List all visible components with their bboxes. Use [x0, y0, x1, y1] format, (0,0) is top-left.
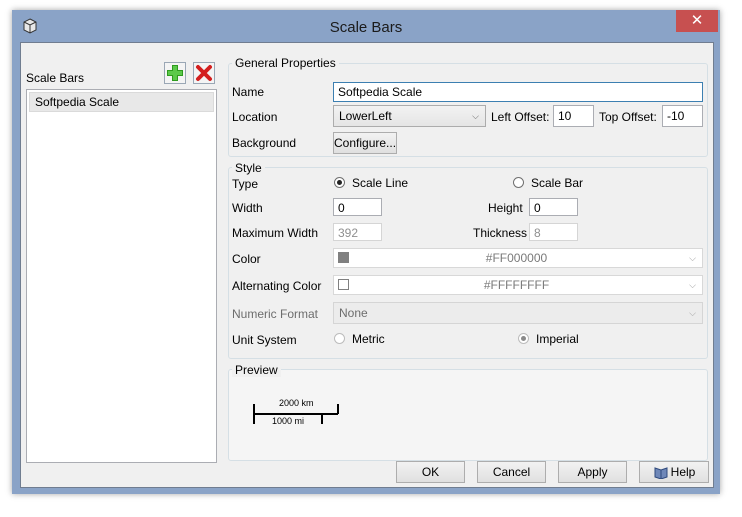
left-offset-input[interactable]: 10: [553, 105, 594, 127]
location-value: LowerLeft: [339, 109, 392, 123]
scale-bar-radio[interactable]: [513, 177, 524, 188]
general-properties-title: General Properties: [232, 56, 339, 70]
close-icon: ✕: [690, 12, 704, 29]
scale-line-radio[interactable]: [334, 177, 345, 188]
name-input[interactable]: Softpedia Scale: [333, 82, 703, 102]
style-title: Style: [232, 161, 265, 175]
ok-button[interactable]: OK: [396, 461, 465, 483]
chevron-down-icon: ⌵: [472, 111, 479, 121]
unit-system-label: Unit System: [232, 333, 297, 347]
scale-line-label[interactable]: Scale Line: [352, 176, 408, 190]
thickness-label: Thickness: [473, 226, 528, 240]
delete-scale-bar-button[interactable]: [193, 62, 215, 84]
location-label: Location: [232, 110, 278, 124]
left-offset-label: Left Offset:: [491, 110, 550, 124]
window-title: Scale Bars: [329, 19, 403, 36]
delete-x-icon: [196, 65, 212, 81]
scale-bar-label[interactable]: Scale Bar: [531, 176, 583, 190]
help-button[interactable]: Help: [639, 461, 709, 483]
dialog-body: Scale Bars Softpedia Scale General Prope…: [20, 42, 714, 488]
list-item[interactable]: Softpedia Scale: [29, 92, 214, 112]
top-offset-label: Top Offset:: [599, 110, 657, 124]
chevron-down-icon: ⌵: [689, 253, 696, 263]
dialog-window: Scale Bars ✕ Scale Bars Softpedia Scale …: [12, 10, 720, 494]
numeric-format-dropdown: None ⌵: [333, 302, 703, 324]
apply-button[interactable]: Apply: [558, 461, 627, 483]
name-label: Name: [232, 85, 265, 99]
height-label: Height: [488, 201, 523, 215]
height-input[interactable]: 0: [529, 198, 578, 216]
alternating-color-label: Alternating Color: [232, 279, 322, 293]
imperial-radio: [518, 333, 529, 344]
plus-icon: [167, 65, 183, 81]
numeric-format-value: None: [339, 306, 368, 320]
maximum-width-input: 392: [333, 223, 382, 241]
alternating-color-value: #FFFFFFFF: [483, 278, 550, 292]
metric-label: Metric: [352, 332, 385, 346]
thickness-input: 8: [529, 223, 578, 241]
title-bar[interactable]: Scale Bars ✕: [12, 10, 720, 42]
top-offset-input[interactable]: -10: [662, 105, 703, 127]
alternating-color-picker[interactable]: #FFFFFFFF ⌵: [333, 275, 703, 295]
add-scale-bar-button[interactable]: [164, 62, 186, 84]
type-label: Type: [232, 177, 259, 191]
width-label: Width: [232, 201, 263, 215]
location-dropdown[interactable]: LowerLeft ⌵: [333, 105, 486, 127]
scale-bar-list[interactable]: Softpedia Scale: [26, 89, 217, 463]
background-label: Background: [232, 136, 297, 150]
maximum-width-label: Maximum Width: [232, 226, 319, 240]
preview-top-label: 2000 km: [279, 398, 314, 408]
chevron-down-icon: ⌵: [689, 280, 696, 290]
width-input[interactable]: 0: [333, 198, 382, 216]
scale-bars-label: Scale Bars: [26, 71, 85, 85]
numeric-format-label: Numeric Format: [232, 307, 319, 321]
help-book-icon: [654, 467, 668, 479]
preview-title: Preview: [232, 363, 281, 377]
close-button[interactable]: ✕: [676, 10, 718, 32]
configure-button[interactable]: Configure...: [333, 132, 397, 154]
color-value: #FF000000: [485, 251, 548, 265]
imperial-label: Imperial: [536, 332, 579, 346]
cancel-button[interactable]: Cancel: [477, 461, 546, 483]
preview-bottom-label: 1000 mi: [272, 416, 305, 426]
color-label: Color: [232, 252, 261, 266]
chevron-down-icon: ⌵: [689, 308, 696, 318]
metric-radio: [334, 333, 345, 344]
color-picker[interactable]: #FF000000 ⌵: [333, 248, 703, 268]
help-label: Help: [670, 465, 696, 479]
